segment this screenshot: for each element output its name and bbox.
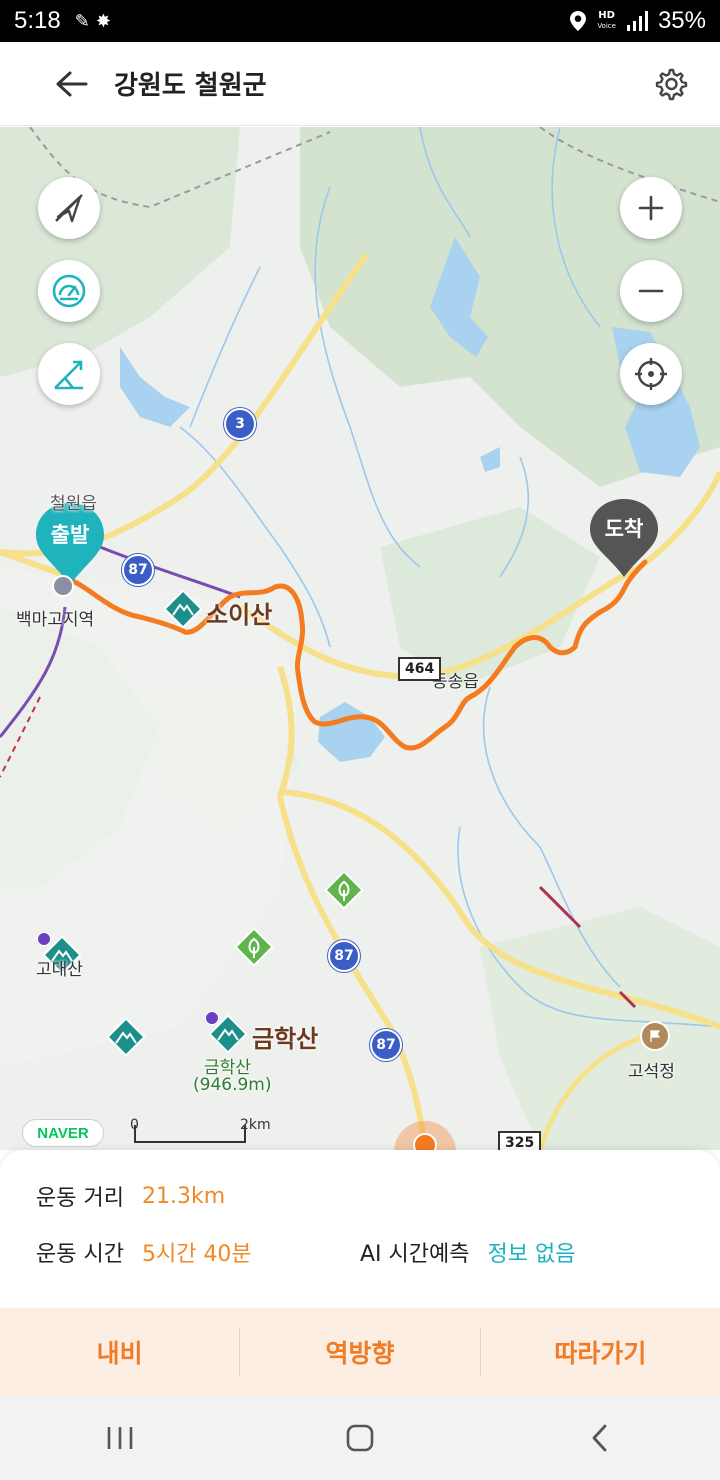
- zoom-out-icon: [638, 289, 664, 293]
- notification-app-icon: ✎: [74, 10, 90, 32]
- status-bar: 5:18 ✎ ✸ HD Voice 35%: [0, 0, 720, 42]
- status-right: HD Voice 35%: [569, 7, 706, 35]
- signal-icon: [626, 11, 648, 31]
- settings-button[interactable]: [648, 62, 692, 106]
- road-badge-87: 87: [370, 1029, 402, 1061]
- zoom-in-button[interactable]: [620, 177, 682, 239]
- slope-icon: [54, 360, 83, 390]
- place-soi-mountain: 소이산: [206, 601, 273, 629]
- time-label: 운동 시간: [36, 1242, 124, 1267]
- speed-gauge-icon: [52, 274, 86, 308]
- battery-percent: 35%: [657, 7, 706, 34]
- road-badge-325: 325: [498, 1131, 542, 1150]
- ai-prediction-row: AI 시간예측 정보 없음: [360, 1236, 575, 1268]
- slope-button[interactable]: [38, 343, 100, 405]
- ai-prediction-value: 정보 없음: [487, 1242, 576, 1267]
- compass-off-button[interactable]: [38, 177, 100, 239]
- compass-off-icon: [55, 194, 83, 223]
- distance-label: 운동 거리: [36, 1186, 124, 1211]
- zoom-out-button[interactable]: [620, 260, 682, 322]
- time-value: 5시간 40분: [141, 1242, 252, 1267]
- gear-icon: [655, 68, 688, 101]
- speed-gauge-button[interactable]: [38, 260, 100, 322]
- arrow-left-icon: [56, 71, 88, 96]
- back-button[interactable]: [36, 42, 106, 126]
- map-view[interactable]: 출발 도착 철원읍 백마고지역 소이산 동송읍 고대산 금학산 금학산 (946…: [0, 127, 720, 1150]
- map-base: [0, 127, 720, 1150]
- locate-icon: [635, 358, 667, 390]
- place-goseokjeong: 고석정: [628, 1062, 675, 1082]
- app-header: 강원도 철원군: [0, 42, 720, 126]
- peak-badge-icon: [205, 1011, 219, 1025]
- hd-label: HD: [598, 10, 615, 21]
- road-badge-3: 3: [224, 408, 256, 440]
- end-label: 도착: [604, 517, 644, 541]
- place-geumhak-title: 금학산: [252, 1025, 319, 1053]
- recents-icon: [107, 1427, 133, 1449]
- notification-icons: ✎ ✸: [75, 11, 111, 32]
- system-nav-bar: [0, 1396, 720, 1480]
- place-town-top: 철원읍: [50, 494, 97, 514]
- back-icon: [592, 1424, 607, 1452]
- road-badge-87: 87: [328, 940, 360, 972]
- goseokjeong-icon: [640, 1021, 670, 1051]
- peak-badge-icon: [37, 932, 51, 946]
- road-badge-87: 87: [122, 554, 154, 586]
- navi-button[interactable]: 내비: [0, 1308, 239, 1396]
- zoom-in-icon: [638, 195, 664, 221]
- place-left-mountain: 고대산: [36, 960, 83, 980]
- place-geumhak-elevation: (946.9m): [193, 1075, 272, 1095]
- forest-icon: [324, 870, 364, 910]
- location-icon: [570, 11, 587, 31]
- forest-icon: [234, 927, 274, 967]
- station-icon: [52, 575, 74, 597]
- ai-prediction-label: AI 시간예측: [360, 1242, 470, 1267]
- road-badge-464: 464: [398, 657, 442, 681]
- route-info-panel: 운동 거리 21.3km 운동 시간 5시간 40분 AI 시간예측 정보 없음: [0, 1150, 720, 1310]
- mountain-icon: [106, 1017, 146, 1057]
- distance-row: 운동 거리 21.3km: [36, 1180, 225, 1212]
- voice-label: Voice: [597, 22, 616, 30]
- scale-max: 2km: [240, 1117, 271, 1133]
- action-bar: 내비 역방향 따라가기: [0, 1308, 720, 1396]
- reverse-button[interactable]: 역방향: [240, 1308, 479, 1396]
- naver-logo: NAVER: [22, 1119, 104, 1147]
- locate-button[interactable]: [620, 343, 682, 405]
- distance-value: 21.3km: [141, 1183, 226, 1209]
- scale-bar: [134, 1125, 246, 1143]
- time-row: 운동 시간 5시간 40분: [36, 1236, 252, 1268]
- place-station: 백마고지역: [16, 610, 95, 630]
- page-title: 강원도 철원군: [114, 71, 267, 101]
- hd-voice-icon: HD Voice: [597, 11, 616, 31]
- mountain-icon: [163, 589, 203, 629]
- poi-marker-dot: [413, 1133, 437, 1150]
- notification-shoe-icon: ✸: [95, 10, 111, 32]
- back-nav-button[interactable]: [540, 1396, 660, 1480]
- home-icon: [346, 1424, 374, 1452]
- end-marker[interactable]: 도착: [588, 497, 660, 579]
- home-button[interactable]: [300, 1396, 420, 1480]
- follow-button[interactable]: 따라가기: [481, 1308, 720, 1396]
- recents-button[interactable]: [60, 1396, 180, 1480]
- start-label: 출발: [50, 523, 90, 547]
- status-time: 5:18: [14, 7, 61, 34]
